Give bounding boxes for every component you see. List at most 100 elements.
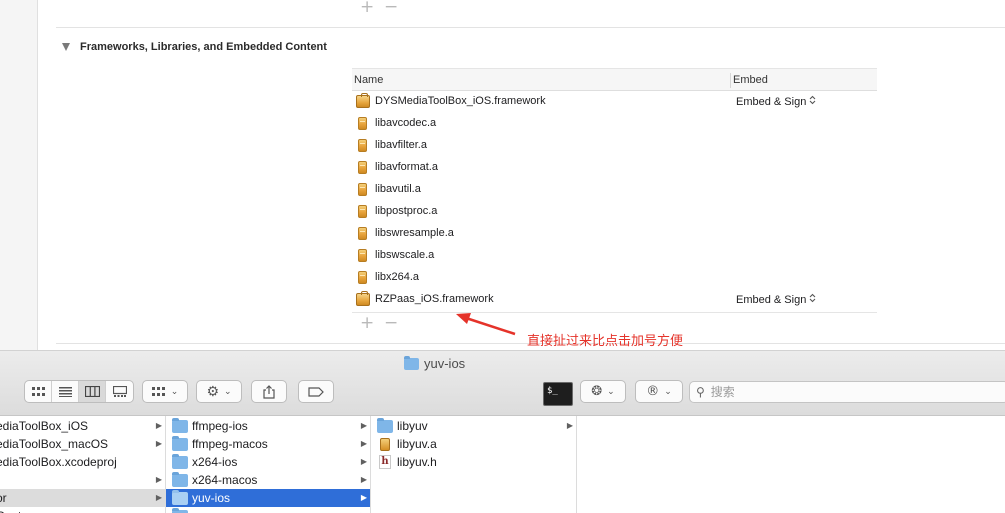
table-row[interactable]: libswscale.a xyxy=(352,245,877,267)
finder-column-3[interactable]: libyuv ▶ libyuv.a h libyuv.h xyxy=(371,416,577,513)
column-divider[interactable] xyxy=(730,73,731,88)
section-title: Frameworks, Libraries, and Embedded Cont… xyxy=(80,41,327,53)
search-field[interactable]: ⚲ xyxy=(689,381,1005,403)
folder-icon xyxy=(404,355,419,370)
search-input[interactable] xyxy=(710,385,991,399)
item-label: libyuv.a xyxy=(397,437,437,451)
table-row[interactable]: libavcodec.a xyxy=(352,113,877,135)
gallery-view-icon[interactable] xyxy=(106,381,133,402)
table-row[interactable]: libavutil.a xyxy=(352,179,877,201)
table-row[interactable]: libavformat.a xyxy=(352,157,877,179)
chevron-right-icon: ▶ xyxy=(155,493,162,502)
folder-icon xyxy=(172,454,188,469)
item-label: yuv-macos xyxy=(192,509,250,513)
finder-list-item[interactable]: h libyuv.h xyxy=(371,453,576,471)
row-name: DYSMediaToolBox_iOS.framework xyxy=(375,95,546,107)
row-name: libavcodec.a xyxy=(375,117,437,129)
chevron-right-icon: ▶ xyxy=(360,421,367,430)
chevron-right-icon: ▶ xyxy=(566,421,573,430)
finder-list-item[interactable]: ediaToolBox_iOS ▶ xyxy=(0,417,165,435)
gear-icon: ⚙ xyxy=(206,383,219,400)
folder-icon xyxy=(172,490,188,505)
folder-icon xyxy=(172,418,188,433)
chevron-down-icon: ⌄ xyxy=(170,386,179,397)
finder-list-item[interactable]: ediaToolBox.xcodeproj xyxy=(0,453,165,471)
item-label: or xyxy=(0,491,7,505)
section-header[interactable]: Frameworks, Libraries, and Embedded Cont… xyxy=(62,39,327,55)
table-row[interactable]: DYSMediaToolBox_iOS.framework Embed & Sig… xyxy=(352,91,877,113)
item-label: ediaToolBox_iOS xyxy=(0,419,89,433)
disclosure-triangle-icon[interactable] xyxy=(62,43,70,51)
table-row[interactable]: libx264.a xyxy=(352,267,877,289)
group-icon xyxy=(151,386,165,396)
list-view-icon[interactable] xyxy=(52,381,79,402)
window-title-text: yuv-ios xyxy=(424,356,466,371)
finder-column-2[interactable]: ffmpeg-ios ▶ ffmpeg-macos ▶ x264-ios ▶ x264-ma… xyxy=(166,416,371,513)
remove-item-button[interactable]: − xyxy=(384,0,398,17)
chevron-down-icon: ⌄ xyxy=(224,386,232,397)
column-view-icon[interactable] xyxy=(79,381,106,402)
registered-button[interactable]: ® ⌄ xyxy=(635,380,683,403)
folder-icon xyxy=(172,436,188,451)
finder-list-item[interactable]: or ▶ xyxy=(0,489,165,507)
action-button[interactable]: ⚙ ⌄ xyxy=(196,380,242,403)
finder-column-preview xyxy=(577,416,1005,513)
terminal-icon[interactable]: $_ xyxy=(543,382,573,406)
finder-window: yuv-ios ⌄ ⚙ ⌄ $_ ❂ ⌄ ® ⌄ ⚲ 搜索 ediaToolBo… xyxy=(0,350,1005,513)
folder-icon xyxy=(377,418,393,433)
library-icon xyxy=(380,438,390,451)
chevron-right-icon: ▶ xyxy=(155,439,162,448)
add-item-button[interactable]: + xyxy=(360,0,374,17)
row-name: libx264.a xyxy=(375,271,420,283)
add-framework-button[interactable]: + xyxy=(360,313,374,333)
item-label: ffmpeg-ios xyxy=(192,419,248,433)
finder-list-item[interactable]: yuv-ios ▶ xyxy=(166,489,370,507)
remove-framework-button[interactable]: − xyxy=(384,313,398,333)
finder-list-item[interactable]: ▶ xyxy=(0,471,165,489)
icon-view-icon[interactable] xyxy=(25,381,52,402)
finder-toolbar: yuv-ios ⌄ ⚙ ⌄ $_ ❂ ⌄ ® ⌄ ⚲ 搜索 xyxy=(0,350,1005,416)
library-icon xyxy=(358,117,367,130)
library-icon xyxy=(358,205,367,218)
folder-icon xyxy=(172,472,188,487)
embed-popup[interactable]: Embed & Sign xyxy=(736,293,816,306)
column-header-embed[interactable]: Embed xyxy=(733,74,768,86)
item-label: Capture xyxy=(0,509,39,513)
table-bottom-divider xyxy=(352,312,877,313)
view-mode-switcher xyxy=(24,380,134,403)
item-label: ffmpeg-macos xyxy=(192,437,268,451)
table-row[interactable]: libavfilter.a xyxy=(352,135,877,157)
embed-value: Embed & Sign xyxy=(736,96,807,108)
finder-list-item[interactable]: x264-macos ▶ xyxy=(166,471,370,489)
finder-list-item[interactable]: yuv-macos▶ xyxy=(166,507,370,513)
table-row[interactable]: libswresample.a xyxy=(352,223,877,245)
item-label: libyuv xyxy=(397,419,428,433)
chevron-right-icon: ▶ xyxy=(360,439,367,448)
chevron-right-icon: ▶ xyxy=(360,475,367,484)
table-header: Name Embed xyxy=(352,68,877,91)
column-header-name[interactable]: Name xyxy=(354,74,383,86)
finder-list-item[interactable]: ffmpeg-macos ▶ xyxy=(166,435,370,453)
chevron-down-icon: ⌄ xyxy=(607,386,615,397)
embed-value: Embed & Sign xyxy=(736,294,807,306)
item-label: ediaToolBox_macOS xyxy=(0,437,109,451)
embed-popup[interactable]: Embed & Sign xyxy=(736,95,816,108)
finder-list-item[interactable]: x264-ios ▶ xyxy=(166,453,370,471)
finder-list-item[interactable]: ffmpeg-ios ▶ xyxy=(166,417,370,435)
finder-list-item[interactable]: Capture xyxy=(0,507,165,513)
tags-button[interactable] xyxy=(298,380,334,403)
previous-section-footer: + − xyxy=(56,0,1005,28)
row-name: libswresample.a xyxy=(375,227,454,239)
table-row[interactable]: libpostproc.a xyxy=(352,201,877,223)
group-by-button[interactable]: ⌄ xyxy=(142,380,188,403)
chevron-down-icon: ⌄ xyxy=(664,386,672,397)
finder-column-1[interactable]: ediaToolBox_iOS ▶ ediaToolBox_macOS ▶ ediaTo… xyxy=(0,416,166,513)
library-icon xyxy=(358,183,367,196)
library-icon xyxy=(358,227,367,240)
share-button[interactable] xyxy=(251,380,287,403)
extension-button[interactable]: ❂ ⌄ xyxy=(580,380,626,403)
table-row[interactable]: RZPaas_iOS.framework Embed & Sign xyxy=(352,289,877,311)
finder-list-item[interactable]: libyuv ▶ xyxy=(371,417,576,435)
finder-list-item[interactable]: libyuv.a xyxy=(371,435,576,453)
finder-list-item[interactable]: ediaToolBox_macOS ▶ xyxy=(0,435,165,453)
